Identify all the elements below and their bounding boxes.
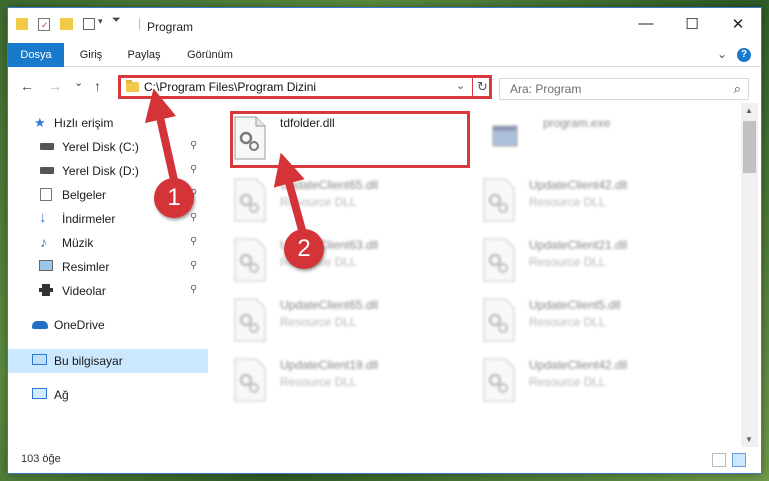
callout-step-2: 2 [284,229,324,269]
callout-step-1: 1 [154,178,194,218]
arrow-1 [144,88,178,181]
annotation-arrows [144,88,306,232]
arrow-2 [273,152,306,232]
